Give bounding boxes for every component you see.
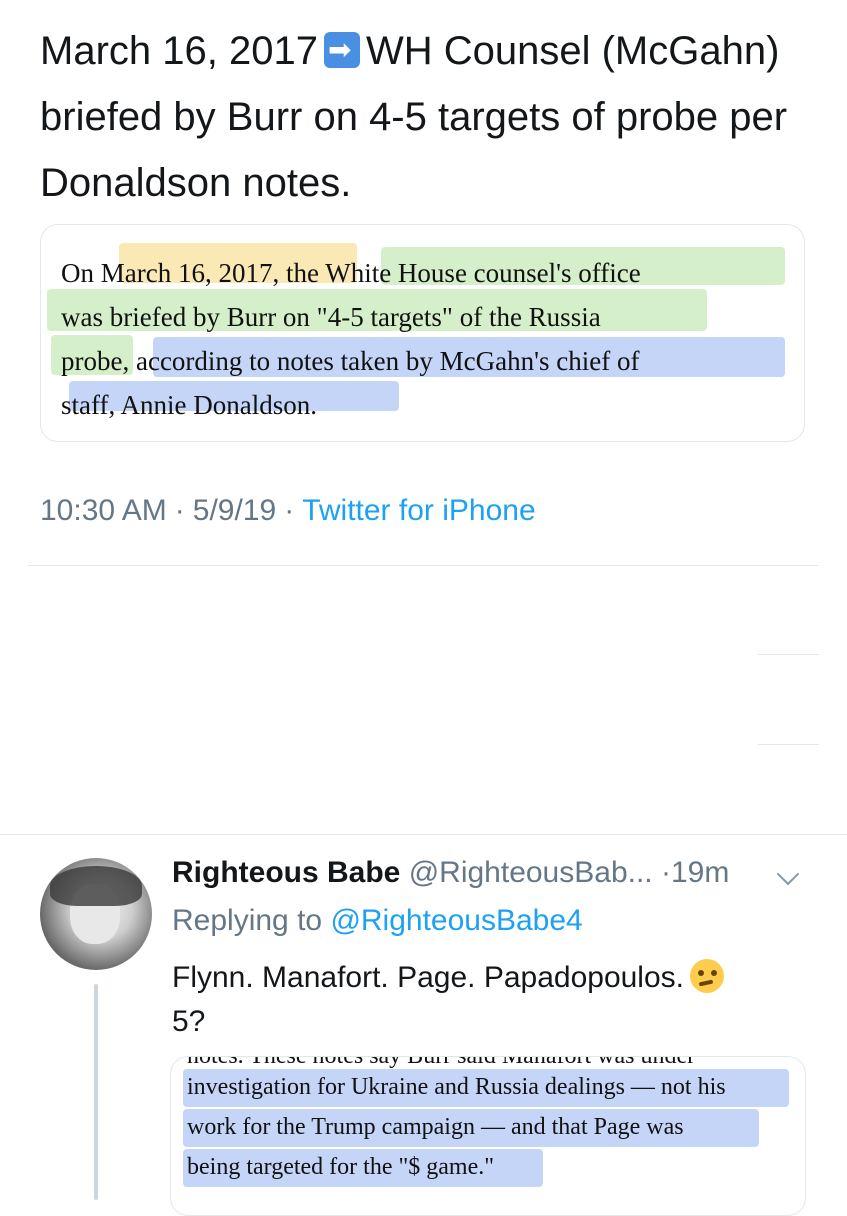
quoted-line: probe, according to notes taken by McGah… bbox=[61, 346, 640, 376]
tweet-source-link[interactable]: Twitter for iPhone bbox=[302, 494, 535, 527]
tweet-time: 10:30 AM bbox=[40, 494, 167, 527]
image-text-line: work for the Trump campaign — and that P… bbox=[187, 1114, 684, 1140]
reply-time-separator: · bbox=[660, 856, 671, 889]
quoted-text: On March 16, 2017, the White House couns… bbox=[61, 251, 641, 427]
tweet-meta: 10:30 AM · 5/9/19 · Twitter for iPhone bbox=[40, 494, 536, 528]
reply-author-name[interactable]: Righteous Babe bbox=[172, 856, 400, 889]
reply-line: 5? bbox=[172, 1005, 206, 1038]
replying-label: Replying to bbox=[172, 904, 323, 937]
right-arrow-icon bbox=[323, 32, 360, 68]
divider bbox=[28, 565, 819, 566]
image-text-line: being targeted for the "$ game." bbox=[187, 1154, 495, 1180]
reply-text: Flynn. Manafort. Page. Papadopoulos. 5? bbox=[172, 956, 802, 1044]
image-text-line: investigation for Ukraine and Russia dea… bbox=[187, 1074, 726, 1100]
reply-avatar[interactable] bbox=[40, 858, 152, 970]
divider bbox=[0, 834, 847, 835]
thinking-face-icon bbox=[690, 959, 724, 993]
reply-image-text: investigation for Ukraine and Russia dea… bbox=[187, 1067, 726, 1187]
thread-line bbox=[94, 984, 98, 1200]
replying-mention-link[interactable]: @RighteousBabe4 bbox=[330, 904, 582, 937]
divider bbox=[758, 654, 819, 655]
quoted-image-card[interactable]: On March 16, 2017, the White House couns… bbox=[40, 224, 805, 442]
quoted-line: On March 16, 2017, the White House couns… bbox=[61, 258, 641, 288]
divider bbox=[758, 744, 819, 745]
reply-image-card[interactable]: notes. These notes say Burr said Manafor… bbox=[170, 1056, 806, 1216]
tweet-date: 5/9/19 bbox=[192, 494, 277, 527]
replying-to: Replying to @RighteousBabe4 bbox=[172, 904, 583, 938]
reply-line: Flynn. Manafort. Page. Papadopoulos. bbox=[172, 961, 684, 994]
quoted-line: staff, Annie Donaldson. bbox=[61, 390, 317, 420]
tweet-text: March 16, 2017WH Counsel (McGahn) briefe… bbox=[40, 18, 820, 216]
reply-header: Righteous Babe @RighteousBab... ·19m bbox=[172, 856, 729, 890]
tweet-date-text: March 16, 2017 bbox=[40, 29, 318, 73]
chevron-down-icon[interactable] bbox=[776, 862, 800, 886]
reply-author-handle[interactable]: @RighteousBab... bbox=[409, 856, 653, 889]
reply-time: 19m bbox=[670, 856, 730, 889]
quoted-line: was briefed by Burr on "4-5 targets" of … bbox=[61, 302, 601, 332]
separator-dot: · bbox=[174, 494, 185, 527]
separator-dot: · bbox=[284, 494, 295, 527]
